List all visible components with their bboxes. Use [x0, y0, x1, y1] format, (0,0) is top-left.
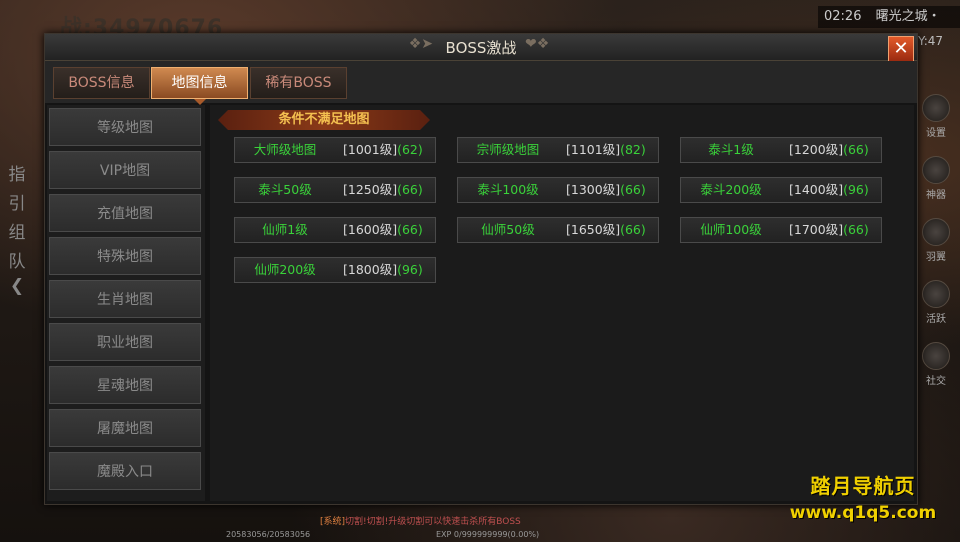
activity-button[interactable]: 活跃: [912, 276, 960, 338]
sidebar-item-zodiac-map[interactable]: 生肖地图: [49, 280, 201, 318]
dialog-titlebar: ❖➤ BOSS激战 ❤❖ ✕: [45, 34, 917, 62]
sidebar-item-demon-slaying-map[interactable]: 屠魔地图: [49, 409, 201, 447]
social-icon: [922, 342, 950, 370]
activity-icon: [922, 280, 950, 308]
guide-char[interactable]: 引: [0, 189, 34, 218]
left-guide-bar: 指 引 组 队 ❮: [0, 160, 34, 305]
guide-char[interactable]: 指: [0, 160, 34, 189]
boss-battle-dialog: ❖➤ BOSS激战 ❤❖ ✕ BOSS信息 地图信息 稀有BOSS 等级地图 V…: [44, 33, 918, 505]
tab-boss-info[interactable]: BOSS信息: [53, 67, 150, 99]
sidebar-item-level-map[interactable]: 等级地图: [49, 108, 201, 146]
settings-button[interactable]: 设置: [912, 90, 960, 152]
collapse-arrow-icon[interactable]: ❮: [0, 276, 34, 305]
right-function-bar: 设置 神器 羽翼 活跃 社交: [912, 90, 960, 400]
sidebar-item-star-soul-map[interactable]: 星魂地图: [49, 366, 201, 404]
map-button[interactable]: 仙师200级 [1800级](96): [234, 257, 436, 283]
coord-text: Y:47: [918, 34, 944, 48]
map-button[interactable]: 仙师50级 [1650级](66): [457, 217, 659, 243]
map-button[interactable]: 泰斗50级 [1250级](66): [234, 177, 436, 203]
exp-text: EXP 0/999999999(0.00%): [436, 530, 540, 539]
watermark-url: www.q1q5.com: [789, 503, 937, 523]
system-chat-line: [系统]切割!切割!升级切割可以快速击杀所有BOSS: [320, 517, 521, 527]
map-button[interactable]: 仙师100级 [1700级](66): [680, 217, 882, 243]
wings-button[interactable]: 羽翼: [912, 214, 960, 276]
right-ornament-icon: ❤❖: [525, 36, 550, 52]
close-button[interactable]: ✕: [888, 36, 914, 62]
hp-text: 20583056/20583056: [226, 530, 311, 539]
artifact-button[interactable]: 神器: [912, 152, 960, 214]
team-char[interactable]: 组: [0, 218, 34, 247]
team-char[interactable]: 队: [0, 247, 34, 276]
map-button[interactable]: 宗师级地图 [1101级](82): [457, 137, 659, 163]
social-button[interactable]: 社交: [912, 338, 960, 400]
clock-bar: 02:26 曙光之城・一: [818, 6, 960, 46]
watermark: 踏月导航页 www.q1q5.com: [778, 470, 948, 523]
tab-rare-boss[interactable]: 稀有BOSS: [250, 67, 347, 99]
map-button[interactable]: 泰斗100级 [1300级](66): [457, 177, 659, 203]
sidebar-item-recharge-map[interactable]: 充值地图: [49, 194, 201, 232]
artifact-icon: [922, 156, 950, 184]
map-list-area: 条件不满足地图 大师级地图 [1001级](62) 宗师级地图 [1101级](82…: [210, 105, 914, 501]
wings-icon: [922, 218, 950, 246]
watermark-title: 踏月导航页: [810, 474, 916, 498]
sidebar-item-demon-palace-entrance[interactable]: 魔殿入口: [49, 452, 201, 490]
section-title-banner: 条件不满足地图: [218, 110, 430, 130]
dialog-title: BOSS激战: [445, 39, 517, 57]
sidebar-item-special-map[interactable]: 特殊地图: [49, 237, 201, 275]
gear-icon: [922, 94, 950, 122]
map-button[interactable]: 泰斗1级 [1200级](66): [680, 137, 882, 163]
sidebar-item-class-map[interactable]: 职业地图: [49, 323, 201, 361]
map-button[interactable]: 泰斗200级 [1400级](96): [680, 177, 882, 203]
sidebar-item-vip-map[interactable]: VIP地图: [49, 151, 201, 189]
map-category-sidebar: 等级地图 VIP地图 充值地图 特殊地图 生肖地图 职业地图 星魂地图 屠魔地图…: [47, 105, 205, 501]
clock-time: 02:26: [824, 9, 862, 24]
tab-bar: BOSS信息 地图信息 稀有BOSS: [45, 61, 917, 105]
tab-map-info[interactable]: 地图信息: [151, 67, 248, 105]
map-button[interactable]: 仙师1级 [1600级](66): [234, 217, 436, 243]
map-button[interactable]: 大师级地图 [1001级](62): [234, 137, 436, 163]
